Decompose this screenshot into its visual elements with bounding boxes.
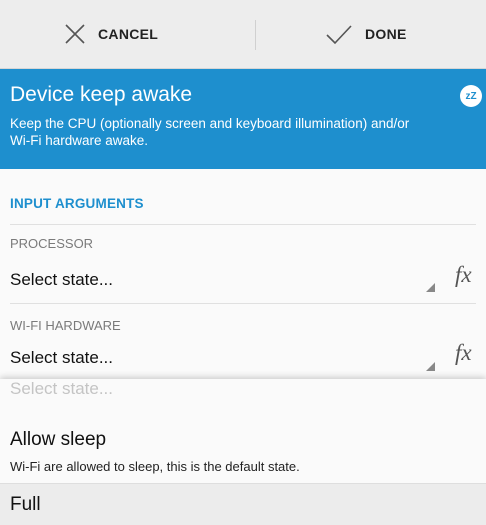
sleep-zzz-icon: zZ (460, 85, 482, 107)
top-action-bar: CANCEL DONE (0, 0, 486, 69)
field-divider (10, 303, 476, 304)
option-label: Allow sleep (10, 429, 107, 450)
toolbar-divider (255, 20, 256, 50)
wifi-hardware-select[interactable]: Select state... (10, 348, 113, 368)
done-button[interactable]: DONE (325, 0, 407, 68)
section-divider (10, 224, 476, 225)
processor-select[interactable]: Select state... (10, 270, 113, 290)
processor-label: PROCESSOR (10, 236, 94, 251)
state-dropdown-menu: Select state... Allow sleep Wi-Fi are al… (0, 379, 486, 525)
dropdown-caret-icon[interactable] (426, 362, 435, 371)
option-full[interactable]: Full (0, 483, 486, 525)
action-title: Device keep awake (10, 83, 193, 106)
close-icon (65, 24, 85, 44)
input-arguments-heading: INPUT ARGUMENTS (10, 196, 144, 211)
done-label: DONE (365, 26, 407, 42)
wifi-hardware-label: WI-FI HARDWARE (10, 318, 121, 333)
cancel-label: CANCEL (98, 26, 159, 42)
function-fx-button[interactable]: fx (455, 340, 472, 366)
checkmark-icon (326, 25, 352, 45)
action-header: Device keep awake Keep the CPU (optional… (0, 69, 486, 169)
option-allow-sleep[interactable]: Allow sleep Wi-Fi are allowed to sleep, … (0, 423, 486, 481)
option-description: Wi-Fi are allowed to sleep, this is the … (10, 459, 300, 474)
dropdown-caret-icon[interactable] (426, 283, 435, 292)
cancel-button[interactable]: CANCEL (64, 0, 158, 68)
dropdown-placeholder: Select state... (10, 379, 113, 398)
function-fx-button[interactable]: fx (455, 262, 472, 288)
action-description: Keep the CPU (optionally screen and keyb… (10, 116, 410, 148)
option-label: Full (10, 494, 41, 515)
